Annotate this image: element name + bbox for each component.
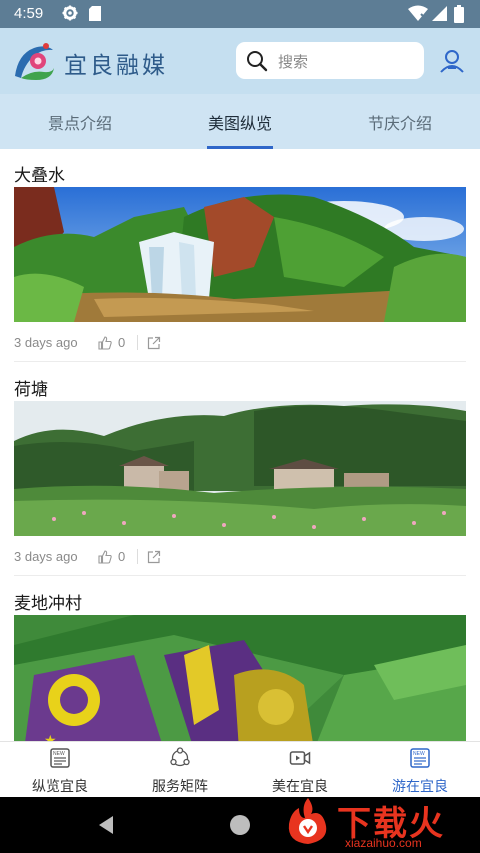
news-icon: NEW <box>410 748 430 768</box>
tab-festival-intro[interactable]: 节庆介绍 <box>340 110 460 134</box>
nav-label: 服务矩阵 <box>152 779 208 795</box>
flame-logo-icon <box>288 798 327 844</box>
svg-text:NEW: NEW <box>413 751 425 757</box>
meta-divider <box>137 549 138 564</box>
like-count: 0 <box>118 335 126 350</box>
search-placeholder: 搜索 <box>278 53 309 71</box>
app-header: 宜良融媒 搜索 <box>0 28 480 94</box>
card-timestamp: 3 days ago <box>14 549 78 564</box>
sd-card-icon <box>89 6 101 21</box>
thumbs-up-icon[interactable] <box>98 336 112 350</box>
home-button[interactable] <box>230 815 250 835</box>
category-tabs: 景点介绍 美图纵览 节庆介绍 <box>0 94 480 149</box>
watermark: 下载火 xiazaihuo.com <box>283 790 480 853</box>
card-divider <box>14 575 466 576</box>
nav-label: 纵览宜良 <box>32 779 88 795</box>
svg-text:NEW: NEW <box>53 751 65 757</box>
services-icon <box>170 747 190 767</box>
card-photo-field-art[interactable]: ★ <box>14 615 466 741</box>
settings-gear-icon <box>62 5 78 21</box>
thumbs-up-icon[interactable] <box>98 550 112 564</box>
card-timestamp: 3 days ago <box>14 335 78 350</box>
tab-scenic-intro[interactable]: 景点介绍 <box>20 110 140 134</box>
search-bar[interactable]: 搜索 <box>236 42 424 79</box>
card-title: 大叠水 <box>14 166 65 186</box>
app-logo-icon <box>15 43 54 80</box>
status-bar: 4:59 <box>0 0 480 28</box>
card-photo-lotus-pond[interactable] <box>14 401 466 536</box>
search-icon <box>247 51 268 72</box>
news-icon: NEW <box>50 748 70 768</box>
bottom-navigation: NEW 纵览宜良 服务矩阵 美在宜良 NEW 游在宜良 <box>0 741 480 797</box>
tab-photo-gallery[interactable]: 美图纵览 <box>180 110 300 134</box>
meta-divider <box>137 335 138 350</box>
video-icon <box>289 751 311 765</box>
watermark-url: xiazaihuo.com <box>345 836 422 850</box>
svg-text:★: ★ <box>44 733 57 741</box>
nav-overview[interactable]: NEW 纵览宜良 <box>0 742 120 798</box>
share-icon[interactable] <box>147 336 161 350</box>
share-icon[interactable] <box>147 550 161 564</box>
card-title: 荷塘 <box>14 380 48 400</box>
app-name: 宜良融媒 <box>64 53 168 79</box>
back-icon[interactable] <box>97 815 115 835</box>
wifi-icon <box>408 5 428 21</box>
like-count: 0 <box>118 549 126 564</box>
nav-services[interactable]: 服务矩阵 <box>120 742 240 798</box>
user-profile-icon[interactable] <box>439 48 465 74</box>
card-divider <box>14 361 466 362</box>
photo-feed[interactable]: 大叠水 3 days ago 0 荷塘 3 days ago 0 麦地冲村 <box>0 149 480 741</box>
card-photo-waterfall[interactable] <box>14 187 466 322</box>
card-title: 麦地冲村 <box>14 594 82 614</box>
battery-icon <box>454 5 464 23</box>
signal-icon <box>432 6 447 21</box>
status-time: 4:59 <box>14 5 44 22</box>
